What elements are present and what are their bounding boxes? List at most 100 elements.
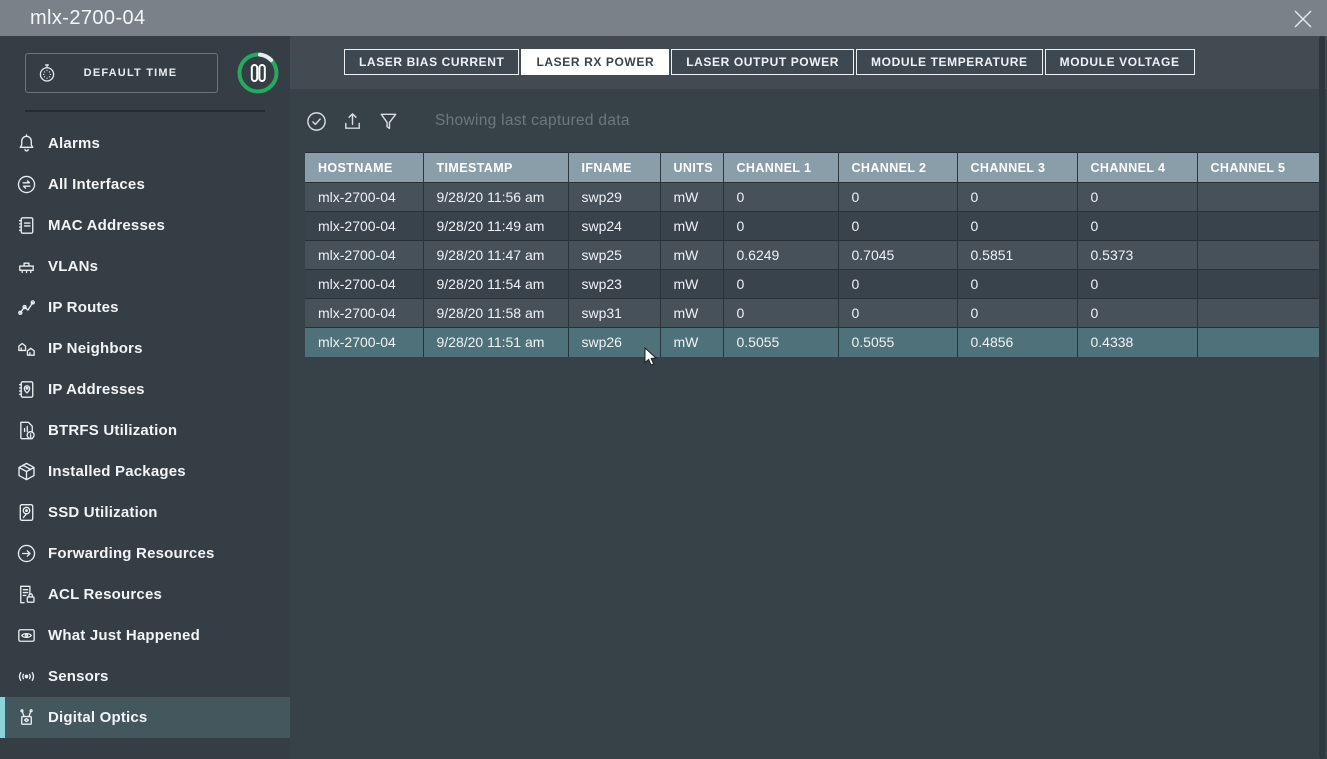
table-cell: mlx-2700-04	[305, 328, 423, 357]
table-cell: 0.5055	[723, 328, 838, 357]
acl-icon	[14, 583, 38, 607]
column-header-channel-2[interactable]: CHANNEL 2	[838, 153, 957, 183]
routes-icon	[14, 296, 38, 320]
bell-icon	[14, 132, 38, 156]
sidebar-item-label: ACL Resources	[48, 586, 162, 603]
sidebar-item-label: IP Neighbors	[48, 340, 143, 357]
table-cell: mlx-2700-04	[305, 183, 423, 212]
table-cell: mW	[660, 328, 723, 357]
ip-book-icon	[14, 378, 38, 402]
table-cell: 0.6249	[723, 241, 838, 270]
export-icon[interactable]	[339, 108, 365, 134]
table-cell: 0.5851	[957, 241, 1077, 270]
filter-icon[interactable]	[375, 108, 401, 134]
table-cell: mW	[660, 212, 723, 241]
sidebar-item-mac-addresses[interactable]: MAC Addresses	[0, 205, 290, 246]
table-row[interactable]: mlx-2700-049/28/20 11:54 amswp23mW0000	[305, 270, 1320, 299]
table-row[interactable]: mlx-2700-049/28/20 11:49 amswp24mW0000	[305, 212, 1320, 241]
column-header-hostname[interactable]: HOSTNAME	[305, 153, 423, 183]
package-icon	[14, 460, 38, 484]
table-cell: 9/28/20 11:47 am	[423, 241, 568, 270]
table-cell: 0	[957, 299, 1077, 328]
table-header-row: HOSTNAMETIMESTAMPIFNAMEUNITSCHANNEL 1CHA…	[305, 153, 1320, 183]
scrollbar[interactable]	[1319, 36, 1325, 759]
address-book-icon	[14, 214, 38, 238]
time-range-picker[interactable]: DEFAULT TIME	[25, 53, 218, 93]
tab-laser-bias-current[interactable]: LASER BIAS CURRENT	[344, 49, 519, 75]
sidebar-item-label: VLANs	[48, 258, 98, 275]
sidebar-item-label: MAC Addresses	[48, 217, 165, 234]
column-header-channel-4[interactable]: CHANNEL 4	[1077, 153, 1197, 183]
tab-laser-rx-power[interactable]: LASER RX POWER	[521, 49, 669, 75]
sidebar-nav: AlarmsAll Interfaces MAC Addresses VLANs IP…	[0, 123, 290, 738]
table-cell: 9/28/20 11:49 am	[423, 212, 568, 241]
table-cell: 0	[838, 299, 957, 328]
optics-icon	[14, 706, 38, 730]
table-cell: 0	[723, 299, 838, 328]
check-circle-icon[interactable]	[303, 108, 329, 134]
table-cell: 0.7045	[838, 241, 957, 270]
eye-icon	[14, 624, 38, 648]
table-cell: swp24	[568, 212, 660, 241]
table-cell: 0	[1077, 212, 1197, 241]
sidebar-item-btrfs-utilization[interactable]: BTRFS Utilization	[0, 410, 290, 451]
table-cell: mlx-2700-04	[305, 212, 423, 241]
tab-list: LASER BIAS CURRENTLASER RX POWERLASER OU…	[344, 49, 1195, 75]
table-cell: 9/28/20 11:51 am	[423, 328, 568, 357]
column-header-channel-1[interactable]: CHANNEL 1	[723, 153, 838, 183]
sidebar-item-ssd-utilization[interactable]: SSD Utilization	[0, 492, 290, 533]
sidebar-item-ip-routes[interactable]: IP Routes	[0, 287, 290, 328]
table-cell	[1197, 299, 1320, 328]
forward-icon	[14, 542, 38, 566]
column-header-channel-5[interactable]: CHANNEL 5	[1197, 153, 1320, 183]
sidebar-item-vlans[interactable]: VLANs	[0, 246, 290, 287]
table-row[interactable]: mlx-2700-049/28/20 11:51 amswp26mW0.5055…	[305, 328, 1320, 357]
sidebar-item-label: SSD Utilization	[48, 504, 158, 521]
table-cell: 0.4856	[957, 328, 1077, 357]
tab-laser-output-power[interactable]: LASER OUTPUT POWER	[671, 49, 854, 75]
table-cell: 0	[957, 183, 1077, 212]
sidebar-item-what-just-happened[interactable]: What Just Happened	[0, 615, 290, 656]
sidebar-item-label: Installed Packages	[48, 463, 186, 480]
table-cell: mW	[660, 241, 723, 270]
column-header-channel-3[interactable]: CHANNEL 3	[957, 153, 1077, 183]
sidebar-item-acl-resources[interactable]: ACL Resources	[0, 574, 290, 615]
sidebar: DEFAULT TIME AlarmsAll Interfaces MAC Add…	[0, 36, 290, 759]
sidebar-item-alarms[interactable]: Alarms	[0, 123, 290, 164]
column-header-units[interactable]: UNITS	[660, 153, 723, 183]
table-cell: 0.5373	[1077, 241, 1197, 270]
table-cell: mlx-2700-04	[305, 241, 423, 270]
close-icon[interactable]	[1289, 5, 1317, 33]
table-cell	[1197, 270, 1320, 299]
pause-refresh-button[interactable]	[237, 52, 279, 94]
sidebar-item-installed-packages[interactable]: Installed Packages	[0, 451, 290, 492]
sidebar-item-label: IP Routes	[48, 299, 119, 316]
sidebar-item-sensors[interactable]: Sensors	[0, 656, 290, 697]
table-cell: mlx-2700-04	[305, 299, 423, 328]
interfaces-icon	[14, 173, 38, 197]
table-cell: 0	[838, 183, 957, 212]
table-cell: 0	[1077, 183, 1197, 212]
sidebar-item-digital-optics[interactable]: Digital Optics	[0, 697, 290, 738]
sidebar-item-label: What Just Happened	[48, 627, 200, 644]
table-cell	[1197, 328, 1320, 357]
table-row[interactable]: mlx-2700-049/28/20 11:58 amswp31mW0000	[305, 299, 1320, 328]
tab-module-voltage[interactable]: MODULE VOLTAGE	[1045, 49, 1195, 75]
sidebar-item-ip-addresses[interactable]: IP Addresses	[0, 369, 290, 410]
sidebar-item-ip-neighbors[interactable]: IP Neighbors	[0, 328, 290, 369]
sidebar-item-forwarding-resources[interactable]: Forwarding Resources	[0, 533, 290, 574]
column-header-timestamp[interactable]: TIMESTAMP	[423, 153, 568, 183]
tab-module-temperature[interactable]: MODULE TEMPERATURE	[856, 49, 1043, 75]
stopwatch-icon	[36, 62, 58, 84]
btrfs-icon	[14, 419, 38, 443]
column-header-ifname[interactable]: IFNAME	[568, 153, 660, 183]
sidebar-item-label: BTRFS Utilization	[48, 422, 177, 439]
ssd-icon	[14, 501, 38, 525]
sidebar-item-all-interfaces[interactable]: All Interfaces	[0, 164, 290, 205]
sidebar-divider	[25, 110, 265, 112]
tab-band: LASER BIAS CURRENTLASER RX POWERLASER OU…	[290, 36, 1327, 89]
table-row[interactable]: mlx-2700-049/28/20 11:56 amswp29mW0000	[305, 183, 1320, 212]
table-row[interactable]: mlx-2700-049/28/20 11:47 amswp25mW0.6249…	[305, 241, 1320, 270]
table-cell: 9/28/20 11:54 am	[423, 270, 568, 299]
table-cell: 0	[723, 183, 838, 212]
